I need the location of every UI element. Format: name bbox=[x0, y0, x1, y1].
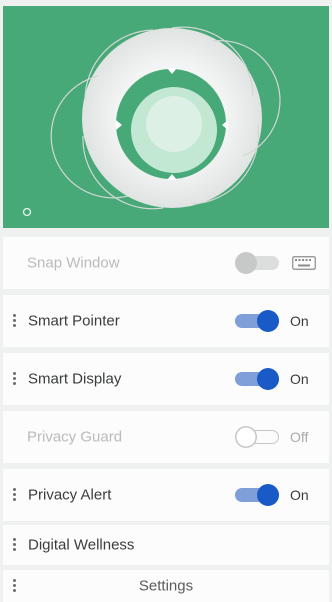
smart-display-toggle[interactable] bbox=[235, 368, 279, 390]
snap-window-toggle[interactable] bbox=[235, 252, 279, 274]
app-window: Snap Window Smart Pointer On Smart Displ… bbox=[0, 0, 332, 602]
smart-pointer-row: Smart Pointer On bbox=[3, 295, 329, 347]
privacy-alert-state: On bbox=[290, 487, 309, 503]
keyboard-icon[interactable] bbox=[292, 256, 316, 270]
info-icon bbox=[22, 207, 32, 217]
drag-handle-icon[interactable] bbox=[13, 372, 17, 386]
settings-row[interactable]: Settings bbox=[3, 570, 329, 602]
privacy-alert-row: Privacy Alert On bbox=[3, 469, 329, 521]
digital-wellness-label: Digital Wellness bbox=[28, 536, 135, 554]
smart-display-row: Smart Display On bbox=[3, 353, 329, 405]
privacy-guard-toggle[interactable] bbox=[235, 426, 279, 448]
settings-link[interactable]: Settings bbox=[3, 578, 329, 595]
digital-wellness-row[interactable]: Digital Wellness bbox=[3, 525, 329, 565]
hero-banner bbox=[3, 6, 329, 228]
smart-pointer-label: Smart Pointer bbox=[28, 312, 120, 330]
snap-window-row: Snap Window bbox=[3, 237, 329, 289]
drag-handle-icon[interactable] bbox=[13, 314, 17, 328]
privacy-guard-row: Privacy Guard Off bbox=[3, 411, 329, 463]
smart-display-state: On bbox=[290, 371, 309, 387]
smart-pointer-state: On bbox=[290, 313, 309, 329]
snap-window-label: Snap Window bbox=[27, 254, 120, 272]
drag-handle-icon[interactable] bbox=[13, 538, 17, 552]
privacy-alert-toggle[interactable] bbox=[235, 484, 279, 506]
drag-handle-icon[interactable] bbox=[13, 488, 17, 502]
smart-pointer-toggle[interactable] bbox=[235, 310, 279, 332]
privacy-alert-label: Privacy Alert bbox=[28, 486, 112, 504]
privacy-guard-state: Off bbox=[290, 429, 309, 445]
privacy-guard-label: Privacy Guard bbox=[27, 428, 123, 446]
smart-display-label: Smart Display bbox=[28, 370, 122, 388]
aperture-shutter-icon bbox=[50, 26, 281, 210]
